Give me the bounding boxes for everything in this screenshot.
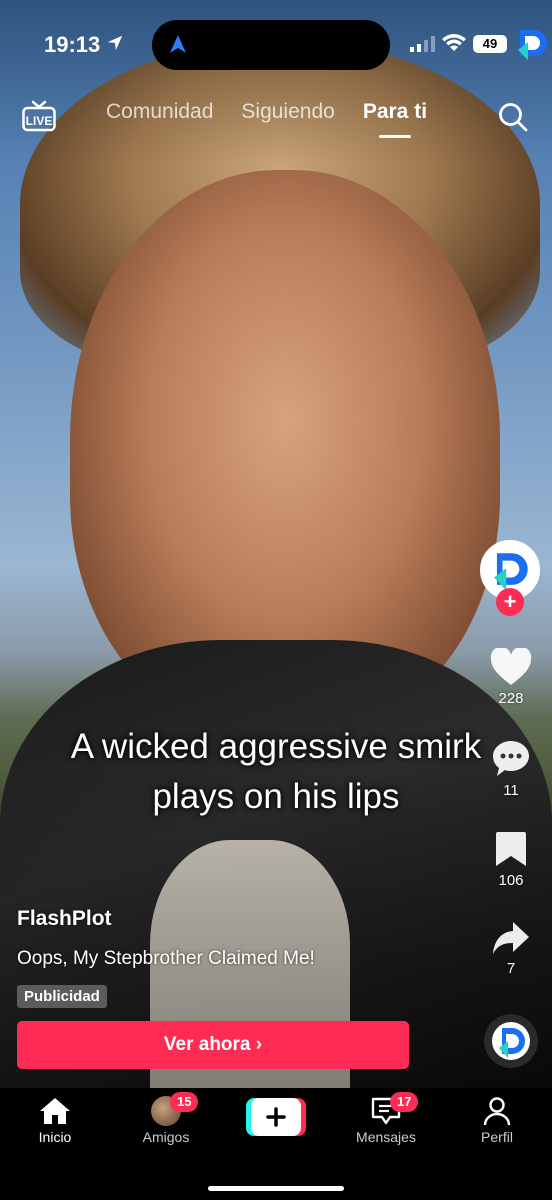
share-count: 7	[506, 960, 516, 977]
ad-description: Oops, My Stepbrother Claimed Me!	[17, 948, 315, 969]
like-count: 228	[498, 690, 524, 707]
home-icon	[40, 1098, 70, 1124]
save-count: 106	[498, 872, 524, 889]
live-icon[interactable]: LIVE	[22, 100, 56, 132]
home-indicator	[208, 1186, 344, 1191]
nav-inicio[interactable]: Inicio	[15, 1096, 95, 1145]
like-button[interactable]: 228	[484, 648, 538, 707]
status-time: 19:13	[44, 32, 101, 57]
nav-mensajes[interactable]: Mensajes 17	[346, 1092, 426, 1145]
status-bar: 19:13 49	[0, 0, 552, 90]
video-caption: A wicked aggressive smirk plays on his l…	[0, 722, 552, 822]
bookmark-icon	[496, 832, 526, 866]
caption-line-1: A wicked aggressive smirk	[70, 727, 482, 766]
tab-siguiendo[interactable]: Siguiendo	[241, 100, 334, 124]
music-disc-icon[interactable]	[484, 1014, 538, 1068]
search-icon[interactable]	[498, 102, 528, 132]
wifi-icon	[442, 34, 466, 51]
comment-count: 11	[503, 782, 519, 799]
profile-icon	[483, 1097, 511, 1126]
nav-inicio-label: Inicio	[38, 1129, 72, 1145]
comment-icon	[493, 741, 529, 776]
heart-icon	[490, 648, 532, 685]
caption-line-2: plays on his lips	[152, 777, 400, 816]
share-button[interactable]: 7	[484, 920, 538, 977]
live-label: LIVE	[26, 114, 53, 128]
location-arrow-icon	[107, 35, 123, 51]
tab-comunidad[interactable]: Comunidad	[106, 100, 213, 124]
save-button[interactable]: 106	[484, 830, 538, 889]
nav-amigos-label: Amigos	[142, 1129, 190, 1145]
tab-para-ti[interactable]: Para ti	[363, 100, 427, 138]
app-logo-icon	[518, 30, 547, 60]
nav-mensajes-label: Mensajes	[356, 1129, 416, 1145]
battery-indicator: 49	[473, 35, 507, 53]
amigos-badge: 15	[170, 1092, 199, 1112]
nav-perfil[interactable]: Perfil	[457, 1096, 537, 1145]
create-plus-button[interactable]	[246, 1098, 306, 1136]
nav-amigos[interactable]: Amigos 15	[126, 1092, 206, 1145]
mensajes-badge: 17	[390, 1092, 419, 1112]
author-name[interactable]: FlashPlot	[17, 907, 112, 931]
cell-signal-icon	[410, 36, 435, 52]
share-arrow-icon	[493, 922, 529, 954]
navigation-arrow-icon	[170, 35, 186, 53]
sponsored-badge: Publicidad	[17, 985, 107, 1008]
comment-button[interactable]: 11	[484, 738, 538, 799]
follow-plus-button[interactable]: +	[496, 588, 524, 616]
feed-tabs: Comunidad Siguiendo Para ti	[106, 100, 427, 138]
nav-perfil-label: Perfil	[481, 1129, 513, 1145]
ver-ahora-button[interactable]: Ver ahora ›	[17, 1021, 409, 1069]
